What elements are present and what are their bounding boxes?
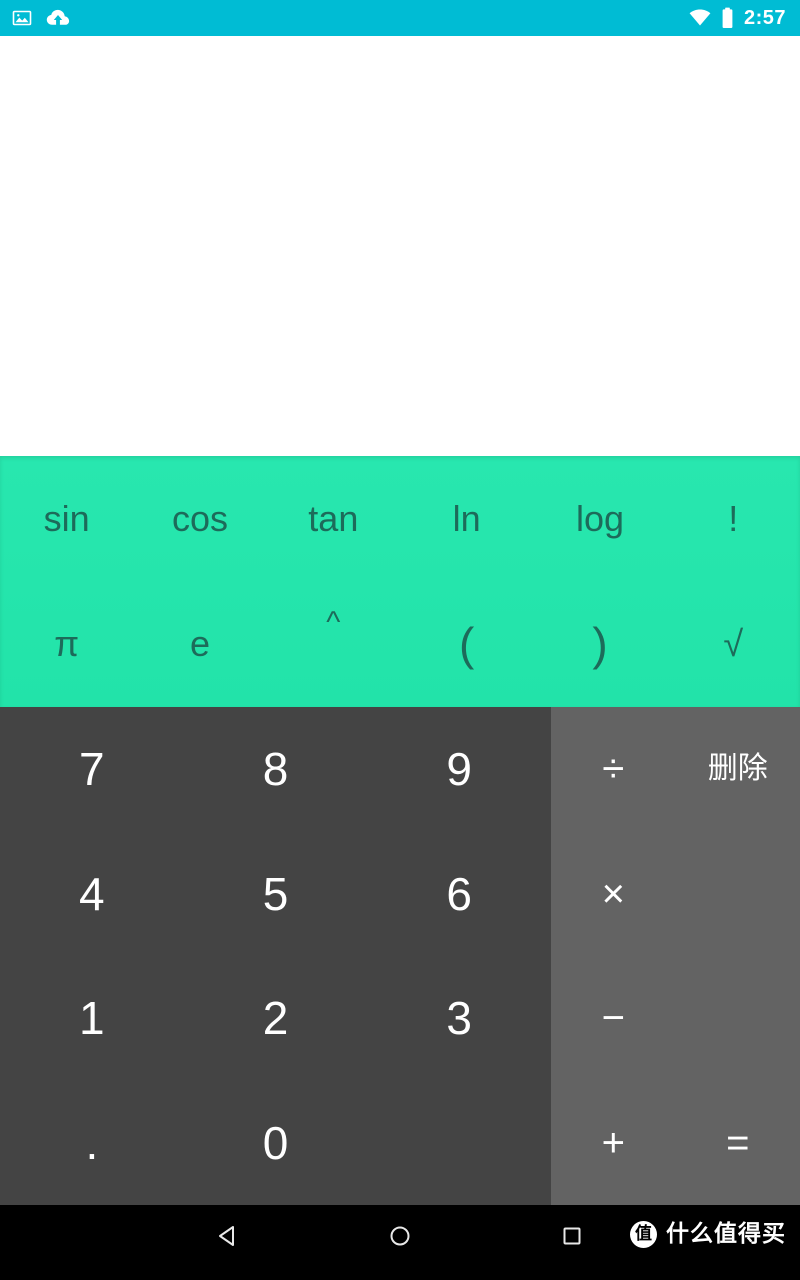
sin-key[interactable]: sin [0,456,133,582]
digit-9-key[interactable]: 9 [367,707,551,832]
numpad-row-1: 7 8 9 [0,707,551,832]
nav-button-group [208,1219,592,1253]
decimal-point-key[interactable]: . [0,1081,184,1206]
digit-2-key[interactable]: 2 [184,956,368,1081]
digit-7-key[interactable]: 7 [0,707,184,832]
wifi-icon [689,9,711,27]
operator-empty-cell-2 [676,956,800,1081]
cloud-upload-icon [46,8,70,28]
home-button[interactable] [380,1219,420,1253]
battery-icon [721,7,734,29]
cos-key[interactable]: cos [133,456,266,582]
digit-4-key[interactable]: 4 [0,832,184,957]
digit-0-key[interactable]: 0 [184,1081,368,1206]
ln-key[interactable]: ln [400,456,533,582]
operator-row-4: + = [551,1081,800,1206]
delete-key[interactable]: 删除 [676,707,800,832]
equals-key[interactable]: = [676,1081,800,1206]
digit-3-key[interactable]: 3 [367,956,551,1081]
minus-key[interactable]: − [551,956,676,1081]
calculator-app: 2:57 sin cos tan ln log ! π e ^ ( ) √ 7 [0,0,800,1280]
android-navigation-bar: 值 什么值得买 [0,1205,800,1280]
pi-key[interactable]: π [0,582,133,708]
e-key[interactable]: e [133,582,266,708]
digit-1-key[interactable]: 1 [0,956,184,1081]
divide-key[interactable]: ÷ [551,707,676,832]
operator-row-3: − [551,956,800,1081]
digit-5-key[interactable]: 5 [184,832,368,957]
multiply-key[interactable]: × [551,832,676,957]
calculator-display[interactable] [0,36,800,456]
status-bar-clock: 2:57 [743,7,786,29]
operator-row-2: × [551,832,800,957]
right-paren-key[interactable]: ) [533,582,666,708]
numpad-empty-cell [367,1081,551,1206]
site-watermark: 值 什么值得买 [630,1221,786,1248]
numpad-row-3: 1 2 3 [0,956,551,1081]
numpad-row-2: 4 5 6 [0,832,551,957]
number-pad: 7 8 9 4 5 6 1 2 3 . 0 [0,707,551,1205]
screenshot-icon [12,8,32,28]
left-paren-key[interactable]: ( [400,582,533,708]
recents-button[interactable] [552,1219,592,1253]
operator-row-1: ÷ 删除 [551,707,800,832]
sqrt-key[interactable]: √ [667,582,800,708]
tan-key[interactable]: tan [267,456,400,582]
operator-empty-cell-1 [676,832,800,957]
plus-key[interactable]: + [551,1081,676,1206]
status-bar: 2:57 [0,0,800,36]
advanced-function-pad: sin cos tan ln log ! π e ^ ( ) √ [0,456,800,707]
operator-pad: ÷ 删除 × − + = [551,707,800,1205]
status-bar-left-icons [12,8,70,28]
watermark-text: 什么值得买 [666,1221,786,1247]
advanced-row-2: π e ^ ( ) √ [0,582,800,708]
numpad-row-4: . 0 [0,1081,551,1206]
digit-8-key[interactable]: 8 [184,707,368,832]
factorial-key[interactable]: ! [667,456,800,582]
watermark-logo-icon: 值 [630,1221,657,1248]
status-bar-right-icons: 2:57 [689,7,786,29]
advanced-row-1: sin cos tan ln log ! [0,456,800,582]
back-button[interactable] [208,1219,248,1253]
log-key[interactable]: log [533,456,666,582]
power-key[interactable]: ^ [267,582,400,708]
keypad-area: 7 8 9 4 5 6 1 2 3 . 0 ÷ 删除 × − + = [0,707,800,1205]
digit-6-key[interactable]: 6 [367,832,551,957]
